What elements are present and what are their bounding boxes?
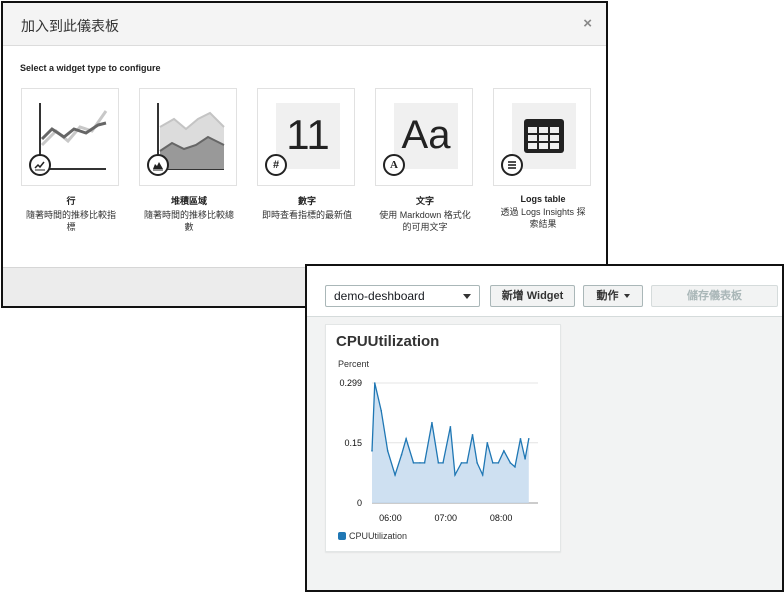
data-point (486, 441, 489, 444)
table-icon (524, 119, 564, 153)
add-widget-button[interactable]: 新增 Widget (490, 285, 575, 307)
widget-type-logs-table[interactable]: Logs table 透過 Logs Insights 探索結果 (493, 88, 593, 230)
actions-button[interactable]: 動作 (583, 285, 643, 307)
data-point (503, 450, 505, 452)
widget-type-description: 隨著時間的推移比較總數 (143, 210, 234, 232)
widget-type-stacked-area[interactable]: 堆積區域 隨著時間的推移比較總數 (139, 88, 239, 233)
widget-type-name: Logs table (520, 194, 566, 204)
dashboard-selector[interactable]: demo-deshboard (325, 285, 480, 307)
data-point (514, 466, 516, 468)
modal-header: 加入到此儀表板 × (3, 3, 606, 46)
widget-type-name: 堆積區域 (170, 196, 207, 206)
data-point (476, 462, 478, 464)
modal-title: 加入到此儀表板 (21, 18, 119, 34)
data-point (471, 433, 474, 436)
trend-icon (34, 161, 45, 171)
cpu-widget[interactable]: CPUUtilization Percent 0.299 0.15 0 06:00 07… (325, 324, 561, 552)
data-point (400, 454, 403, 456)
data-point (431, 421, 433, 424)
y-tick-label: 0 (357, 498, 362, 508)
hash-icon: # (265, 154, 287, 176)
y-tick-label: 0.299 (339, 378, 362, 388)
data-point (497, 462, 500, 464)
legend-swatch (338, 532, 346, 540)
dashboard-selector-value: demo-deshboard (334, 289, 425, 303)
close-icon[interactable]: × (583, 15, 592, 32)
text-icon: A (383, 154, 405, 176)
data-point (524, 458, 526, 460)
list-icon (501, 154, 523, 176)
data-point (437, 462, 440, 464)
data-point (519, 437, 522, 440)
data-point (412, 462, 415, 464)
data-point (386, 450, 389, 452)
mountain-icon (153, 162, 163, 171)
data-point (373, 382, 376, 384)
cpu-chart: 0.299 0.15 0 06:00 07:00 08:00 (339, 378, 538, 523)
data-point (371, 450, 373, 452)
text-thumbnail: Aa A (375, 88, 473, 186)
modal-body: Select a widget type to configure 行 隨著時間… (3, 46, 606, 270)
widget-type-number[interactable]: 11 # 數字 即時查看指標的最新值 (257, 88, 357, 221)
widget-type-prompt: Select a widget type to configure (20, 63, 161, 73)
data-point (394, 474, 396, 476)
widget-type-text[interactable]: Aa A 文字 使用 Markdown 格式化的可用文字 (375, 88, 475, 233)
data-point (466, 462, 468, 464)
widget-type-name: 數字 (297, 196, 316, 206)
chart-legend: CPUUtilization (338, 531, 407, 541)
data-point (509, 462, 512, 464)
actions-label: 動作 (596, 290, 619, 302)
widget-type-name: 文字 (415, 196, 434, 206)
chevron-down-icon (463, 294, 471, 299)
data-point (527, 437, 530, 440)
number-thumbnail: 11 # (257, 88, 355, 186)
logs-table-thumbnail (493, 88, 591, 186)
area-chart-thumbnail (139, 88, 237, 186)
data-point (454, 474, 456, 476)
data-point (442, 462, 444, 464)
legend-label: CPUUtilization (349, 531, 408, 541)
x-tick-label: 07:00 (435, 513, 458, 523)
widget-type-description: 隨著時間的推移比較指標 (25, 210, 116, 232)
data-point (423, 462, 426, 464)
add-widget-modal: 加入到此儀表板 × Select a widget type to config… (1, 1, 608, 308)
area-chart-badge (147, 154, 169, 176)
data-point (419, 462, 421, 464)
x-tick-label: 06:00 (379, 513, 402, 523)
data-point (492, 462, 494, 464)
data-point (460, 462, 463, 464)
caret-down-icon (623, 294, 630, 299)
widget-type-description: 使用 Markdown 格式化的可用文字 (379, 210, 471, 232)
widget-type-description: 透過 Logs Insights 探索結果 (500, 207, 586, 229)
widget-type-line[interactable]: 行 隨著時間的推移比較指標 (21, 88, 121, 233)
dashboard-toolbar: demo-deshboard 新增 Widget 動作 儲存儀表板 (307, 266, 782, 317)
data-point (405, 437, 407, 440)
widget-type-name: 行 (66, 196, 76, 206)
data-point (481, 474, 484, 476)
line-chart-thumbnail (21, 88, 119, 186)
x-tick-label: 08:00 (490, 513, 513, 523)
data-point (449, 425, 452, 428)
dashboard-panel: demo-deshboard 新增 Widget 動作 儲存儀表板 CPUUti… (305, 264, 784, 592)
data-point (380, 409, 383, 412)
widget-type-description: 即時查看指標的最新值 (261, 210, 352, 220)
save-dashboard-button[interactable]: 儲存儀表板 (651, 285, 778, 307)
line-chart-badge (29, 154, 51, 176)
y-tick-label: 0.15 (344, 438, 362, 448)
